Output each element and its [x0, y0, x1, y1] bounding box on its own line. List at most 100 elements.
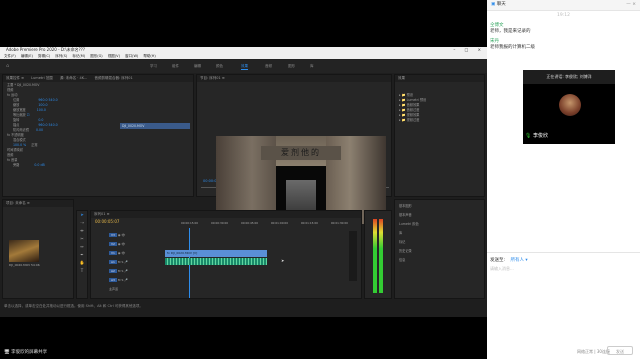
- tree-item[interactable]: ▸ 📁 视频过渡: [395, 118, 426, 123]
- track-header[interactable]: V3 ◉ 👁: [109, 231, 128, 240]
- speaker-label: 🎙 李俊欣: [525, 132, 548, 139]
- clip-thumbnail[interactable]: [9, 240, 39, 262]
- ruler-tick: 00:01:30:00: [330, 221, 348, 225]
- chat-input[interactable]: 请输入消息...: [490, 266, 630, 272]
- panel-item[interactable]: Lumetri 颜色: [395, 222, 484, 227]
- chat-controls[interactable]: — ×: [626, 0, 636, 10]
- avatar: [559, 94, 581, 116]
- screen-share-area: Adobe Premiere Pro 2020 - D:\未命名??? – □ …: [0, 0, 491, 359]
- menu-help[interactable]: 帮助(H): [143, 54, 155, 58]
- hand-tool-icon[interactable]: ✋: [77, 259, 87, 267]
- menu-clip[interactable]: 剪辑(C): [38, 54, 50, 58]
- track-header[interactable]: V1 ◉ 👁: [109, 249, 128, 258]
- tab-assembly[interactable]: 组件: [172, 64, 179, 69]
- tools-panel: ➤ ⇢ ⇹ ✂ ↔ ✒ ✋ T: [76, 210, 88, 299]
- ruler-tick: 00:01:00:00: [270, 221, 288, 225]
- menu-sequence[interactable]: 序列(S): [55, 54, 67, 58]
- microphone-icon: 🎙: [525, 133, 532, 139]
- source-panel-tabs: 效果控件 ≡ Lumetri 范围 源: 未命名 · 4K... 音频剪辑混合器…: [3, 75, 193, 82]
- effects-tree: ▸ 📁 预设 ▸ 📁 Lumetri 预设 ▸ 📁 音频效果 ▸ 📁 音频过渡 …: [395, 93, 426, 123]
- effect-controls-panel: 效果控件 ≡ Lumetri 范围 源: 未命名 · 4K... 音频剪辑混合器…: [2, 74, 194, 197]
- tab-editing[interactable]: 编辑: [194, 64, 201, 69]
- timeline-panel: 序列01 ≡ 00:00:05:07 00:00:15:00 00:00:30:…: [90, 210, 362, 299]
- chat-title: 聊天: [496, 2, 506, 7]
- gate-sign: 爱剂他的: [261, 146, 341, 160]
- selection-tool-icon[interactable]: ➤: [77, 211, 87, 219]
- type-tool-icon[interactable]: T: [77, 267, 87, 275]
- project-tab[interactable]: 项目: 未命名 ≡: [3, 200, 73, 207]
- pen-tool-icon[interactable]: ✒: [77, 251, 87, 259]
- razor-tool-icon[interactable]: ✂: [77, 235, 87, 243]
- program-monitor-tab[interactable]: 节目: 序列01 ≡: [197, 75, 391, 82]
- chevron-down-icon[interactable]: ▾: [525, 258, 527, 263]
- effect-list: 主要 * DJI_0020.MOV 视频 fx 运动 位置 960.0 540.…: [3, 83, 115, 168]
- menu-window[interactable]: 窗口(W): [125, 54, 138, 58]
- timeline-timecode[interactable]: 00:00:05:07: [95, 219, 119, 224]
- tab-lumetri-scopes[interactable]: Lumetri 范围: [31, 76, 53, 80]
- panel-item[interactable]: 标记: [395, 240, 484, 245]
- ruler-tick: 00:00:15:00: [181, 221, 199, 225]
- send-to-label: 发送至:: [490, 258, 506, 263]
- tab-graphics[interactable]: 图形: [288, 64, 295, 69]
- right-lower-panels: 基本图形 基本声音 Lumetri 颜色 库 标记 历史记录 信息: [394, 199, 485, 299]
- audio-clip[interactable]: [165, 258, 267, 265]
- track-header[interactable]: A2 M S 🎤: [109, 267, 128, 276]
- ruler-tick: 00:01:15:00: [300, 221, 318, 225]
- panel-item[interactable]: 基本声音: [395, 213, 484, 218]
- ripple-edit-icon[interactable]: ⇹: [77, 227, 87, 235]
- track-headers: V3 ◉ 👁 V2 ◉ 👁 V1 ◉ 👁 A1 M S 🎤 A2 M S 🎤 A…: [109, 231, 128, 294]
- video-caption: 正在讲话: 李俊欣; 刘博洋: [523, 70, 615, 84]
- track-header[interactable]: V2 ◉ 👁: [109, 240, 128, 249]
- track-header[interactable]: 主声道: [109, 285, 128, 294]
- message-text: 老师，我是来记录的: [490, 29, 531, 34]
- panel-item[interactable]: 库: [395, 231, 484, 236]
- screen-share-icon: 🖥: [4, 350, 10, 355]
- track-header[interactable]: A3 M S 🎤: [109, 276, 128, 285]
- tab-color[interactable]: 颜色: [216, 64, 223, 69]
- timeline-tab[interactable]: 序列01 ≡: [91, 211, 361, 218]
- panel-item[interactable]: 基本图形: [395, 204, 484, 209]
- home-icon[interactable]: ⌂: [6, 63, 9, 69]
- panel-item[interactable]: 信息: [395, 258, 484, 263]
- tab-libraries[interactable]: 库: [310, 64, 314, 69]
- mouse-cursor-icon: ➤: [281, 258, 285, 263]
- tab-source[interactable]: 源: 未命名 · 4K...: [60, 76, 88, 80]
- slip-tool-icon[interactable]: ↔: [77, 243, 87, 251]
- effect-clip-bar[interactable]: DJI_0020.MOV: [120, 123, 190, 129]
- timeline-ruler[interactable]: 00:00:15:00 00:00:30:00 00:00:45:00 00:0…: [181, 221, 348, 225]
- divider: [487, 252, 640, 253]
- menu-marker[interactable]: 标记(M): [72, 54, 85, 58]
- effect-row: 旁路 0.0 dB: [13, 163, 45, 167]
- timeline-scrollbar[interactable]: [349, 231, 357, 281]
- ruler-tick: 00:00:45:00: [240, 221, 259, 225]
- tab-audio[interactable]: 音频: [265, 64, 272, 69]
- chat-sidebar: ▣ 聊天 — × 19:12 仝博文 老师，我是来记录的 宋丹 老师我报的计算机…: [487, 0, 640, 359]
- audio-meters-panel: [364, 210, 392, 299]
- chat-header: ▣ 聊天 — ×: [487, 0, 640, 11]
- project-panel: 项目: 未命名 ≡ DJI_0020.MOV 54:06: [2, 199, 74, 299]
- menu-view[interactable]: 视图(V): [108, 54, 120, 58]
- speaker-video-tile[interactable]: 正在讲话: 李俊欣; 刘博洋 🎙 李俊欣: [523, 70, 615, 144]
- video-clip[interactable]: fx DJI_0020.MOV [V]: [165, 250, 267, 257]
- audio-meter-right: [379, 219, 383, 293]
- message-text: 老师我报的计算机二级: [490, 45, 535, 50]
- tab-effect-controls[interactable]: 效果控件 ≡: [6, 76, 24, 80]
- tab-effects[interactable]: 效果: [241, 64, 248, 70]
- panel-item[interactable]: 历史记录: [395, 249, 484, 254]
- menu-edit[interactable]: 编辑(E): [21, 54, 33, 58]
- tab-learning[interactable]: 学习: [150, 64, 157, 69]
- share-bottom-bar: 🖥 李俊欣的屏幕共享: [0, 347, 487, 359]
- tab-audio-mixer[interactable]: 音频剪辑混合器: 序列01: [95, 76, 133, 80]
- chat-icon: ▣: [491, 2, 496, 7]
- track-header[interactable]: A1 M S 🎤: [109, 258, 128, 267]
- track-select-icon[interactable]: ⇢: [77, 219, 87, 227]
- chat-timestamp: 19:12: [557, 13, 570, 18]
- project-item-name[interactable]: DJI_0020.MOV: [9, 263, 30, 267]
- effects-panel-title[interactable]: 效果: [395, 75, 484, 82]
- send-button[interactable]: 发送: [607, 346, 633, 355]
- audio-meter-left: [373, 219, 377, 293]
- menu-file[interactable]: 文件(F): [4, 54, 16, 58]
- chat-status: 网络正常 | 30连接: [577, 349, 610, 354]
- menu-graphics[interactable]: 图形(G): [90, 54, 102, 58]
- send-to-select[interactable]: 所有人: [510, 258, 524, 263]
